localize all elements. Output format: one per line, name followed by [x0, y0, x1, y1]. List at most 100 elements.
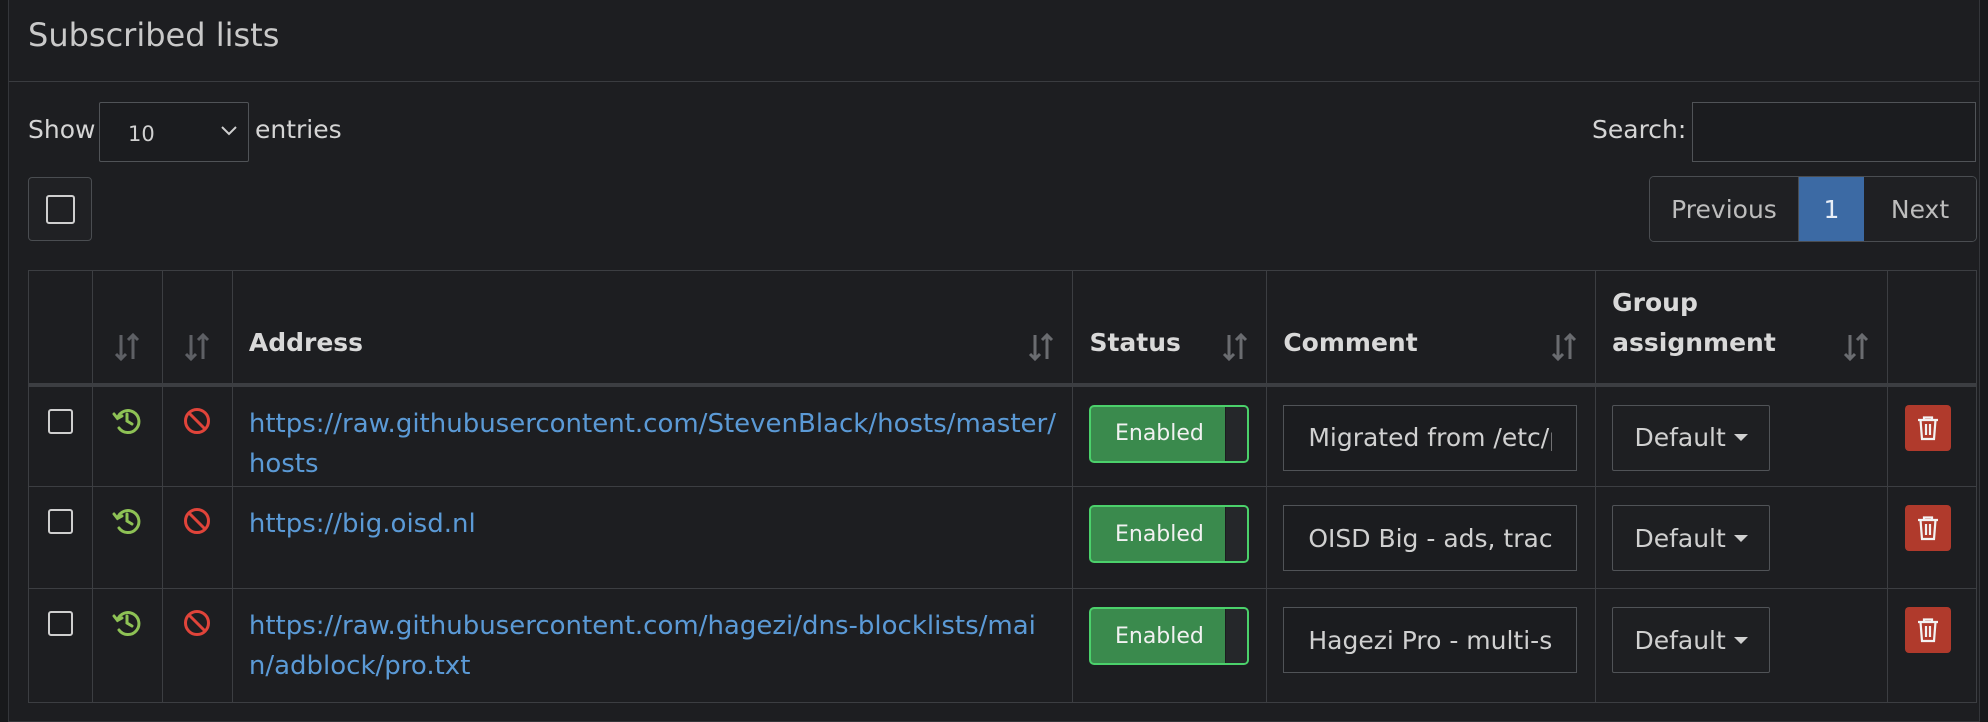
enabled-column-header[interactable]	[161, 270, 233, 385]
history-cell	[91, 486, 163, 589]
row-select-cell	[28, 384, 93, 487]
group-column-header[interactable]: Group assignment	[1595, 270, 1888, 385]
sort-icon	[115, 332, 140, 361]
group-dropdown[interactable]: Default	[1612, 404, 1771, 471]
history-icon[interactable]	[111, 607, 143, 639]
search-label: Search:	[1592, 115, 1687, 144]
status-column-header[interactable]: Status	[1072, 270, 1268, 385]
row-checkbox[interactable]	[48, 408, 73, 434]
address-cell: https://big.oisd.nl	[231, 486, 1074, 589]
subscribed-lists-panel: Subscribed lists Show 10 entries Search:…	[8, 0, 1980, 722]
status-label: Enabled	[1114, 421, 1204, 446]
history-icon[interactable]	[111, 405, 143, 437]
actions-cell	[1886, 588, 1978, 703]
address-cell: https://raw.githubusercontent.com/hagezi…	[231, 588, 1074, 703]
group-label: Default	[1634, 625, 1726, 655]
comment-column-header[interactable]: Comment	[1266, 270, 1597, 385]
comment-cell	[1266, 384, 1597, 487]
checkbox-icon	[46, 195, 75, 224]
comment-input[interactable]	[1283, 505, 1578, 571]
status-label: Enabled	[1114, 521, 1204, 547]
table-row: https://raw.githubusercontent.com/Steven…	[28, 384, 1978, 487]
comment-header-label: Comment	[1283, 327, 1418, 357]
table-row: https://big.oisd.nl Enabled Default	[28, 486, 1978, 589]
group-label: Default	[1634, 523, 1726, 553]
no-entry-icon	[184, 407, 211, 434]
delete-button[interactable]	[1904, 505, 1951, 551]
toggle-knob	[1225, 609, 1248, 663]
show-label: Show	[28, 115, 96, 144]
group-cell: Default	[1595, 588, 1888, 703]
no-entry-icon	[184, 610, 211, 636]
delete-button[interactable]	[1904, 404, 1951, 451]
status-icon-cell	[161, 384, 233, 487]
next-page-button[interactable]: Next	[1864, 177, 1976, 241]
page-1-button[interactable]: 1	[1799, 177, 1864, 241]
group-cell: Default	[1595, 486, 1888, 589]
group-cell: Default	[1595, 384, 1888, 487]
status-label: Enabled	[1114, 623, 1204, 649]
status-icon-cell	[161, 486, 233, 589]
trash-icon	[1917, 516, 1938, 541]
search-input[interactable]	[1692, 102, 1976, 162]
sort-icon	[185, 332, 210, 361]
row-select-cell	[28, 486, 93, 589]
history-icon[interactable]	[111, 505, 143, 537]
page-size-value: 10	[128, 122, 155, 146]
group-dropdown[interactable]: Default	[1612, 607, 1771, 673]
comment-input[interactable]	[1283, 607, 1578, 673]
status-toggle[interactable]: Enabled	[1089, 607, 1250, 665]
comment-cell	[1266, 486, 1597, 589]
select-column-header	[28, 270, 93, 385]
list-address-link[interactable]: https://big.oisd.nl	[233, 487, 1073, 544]
actions-column-header	[1886, 270, 1978, 385]
table-header-row: Address Status Comment Group assignment	[28, 270, 1978, 385]
actions-cell	[1886, 486, 1978, 589]
status-toggle[interactable]: Enabled	[1089, 505, 1250, 563]
address-cell: https://raw.githubusercontent.com/Steven…	[231, 384, 1074, 487]
select-all-button[interactable]	[28, 177, 92, 241]
comment-cell	[1266, 588, 1597, 703]
group-label: Default	[1634, 423, 1726, 452]
status-icon-cell	[161, 588, 233, 703]
no-entry-icon	[184, 508, 211, 534]
row-select-cell	[28, 588, 93, 703]
delete-button[interactable]	[1904, 607, 1951, 653]
group-header-label: Group assignment	[1612, 283, 1776, 363]
sort-icon	[1552, 332, 1577, 361]
page-size-select[interactable]: 10	[99, 102, 249, 162]
caret-down-icon	[1733, 534, 1748, 542]
group-header-line2: assignment	[1612, 327, 1776, 357]
pagination: Previous 1 Next	[1649, 176, 1977, 242]
row-checkbox[interactable]	[48, 509, 73, 534]
sort-icon	[1029, 332, 1054, 361]
group-header-line1: Group	[1612, 287, 1698, 317]
group-dropdown[interactable]: Default	[1612, 505, 1771, 571]
row-checkbox[interactable]	[48, 611, 73, 636]
list-address-link[interactable]: https://raw.githubusercontent.com/hagezi…	[233, 589, 1073, 686]
status-toggle[interactable]: Enabled	[1089, 404, 1250, 463]
panel-header: Subscribed lists	[9, 0, 1979, 82]
history-cell	[91, 588, 163, 703]
status-header-label: Status	[1089, 327, 1181, 357]
caret-down-icon	[1733, 434, 1748, 441]
history-column-header[interactable]	[91, 270, 163, 385]
caret-down-icon	[1733, 636, 1748, 644]
panel-title: Subscribed lists	[28, 16, 280, 54]
chevron-down-icon	[221, 126, 237, 136]
list-address-link[interactable]: https://raw.githubusercontent.com/Steven…	[233, 387, 1073, 484]
status-cell: Enabled	[1072, 384, 1268, 487]
comment-input[interactable]	[1283, 404, 1578, 471]
previous-page-button[interactable]: Previous	[1650, 177, 1799, 241]
address-header-label: Address	[248, 327, 364, 357]
toggle-knob	[1225, 406, 1248, 461]
trash-icon	[1917, 618, 1938, 643]
entries-label: entries	[255, 115, 342, 144]
sort-icon	[1843, 332, 1869, 361]
actions-cell	[1886, 384, 1978, 487]
status-cell: Enabled	[1072, 588, 1268, 703]
status-cell: Enabled	[1072, 486, 1268, 589]
table-row: https://raw.githubusercontent.com/hagezi…	[28, 588, 1978, 703]
lists-table: Address Status Comment Group assignment …	[28, 270, 1978, 703]
address-column-header[interactable]: Address	[231, 270, 1074, 385]
